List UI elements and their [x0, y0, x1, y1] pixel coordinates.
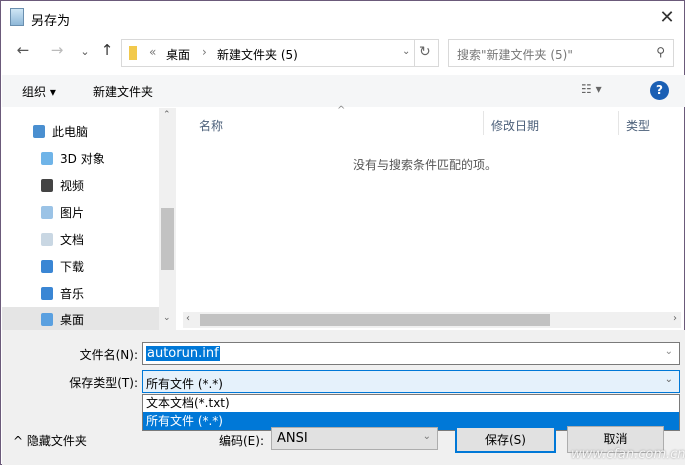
- scroll-up-icon[interactable]: ⌃: [163, 110, 171, 120]
- scroll-left-icon[interactable]: ‹: [186, 313, 190, 324]
- file-type-option-txt[interactable]: 文本文档(*.txt): [143, 395, 679, 412]
- file-type-value: 所有文件 (*.*): [146, 377, 223, 391]
- save-button[interactable]: 保存(S): [455, 426, 556, 453]
- search-input[interactable]: 搜索"新建文件夹 (5)" ⚲: [448, 39, 674, 67]
- folder-icon: [129, 46, 137, 60]
- hide-folders-label: 隐藏文件夹: [26, 434, 87, 448]
- sidebar-item-label: 此电脑: [52, 125, 89, 139]
- dialog-title: 另存为: [31, 14, 71, 29]
- sidebar-item-label: 图片: [60, 206, 85, 220]
- search-placeholder: 搜索"新建文件夹 (5)": [457, 48, 573, 62]
- divider: [414, 40, 415, 66]
- sidebar-scrollbar[interactable]: ⌃ ⌄: [159, 108, 176, 330]
- sidebar-item-label: 桌面: [60, 313, 85, 327]
- scrollbar-thumb[interactable]: [161, 208, 174, 270]
- divider: [483, 111, 484, 135]
- organize-menu[interactable]: 组织 ▾: [22, 83, 56, 100]
- sidebar-item-label: 3D 对象: [60, 152, 105, 166]
- scroll-down-icon[interactable]: ⌄: [163, 313, 171, 323]
- forward-button[interactable]: →: [47, 41, 67, 59]
- sidebar-item-music[interactable]: 音乐: [2, 281, 159, 307]
- encoding-value: ANSI: [277, 431, 308, 446]
- breadcrumb-folder[interactable]: 新建文件夹 (5): [217, 46, 298, 63]
- watermark: www.cfan.com.cn: [571, 447, 685, 462]
- sidebar-item-label: 文档: [60, 233, 85, 247]
- encoding-label: 编码(E):: [219, 434, 264, 448]
- column-header-name[interactable]: 名称: [199, 117, 223, 134]
- column-header-modified[interactable]: 修改日期: [491, 117, 539, 134]
- help-button[interactable]: ?: [650, 81, 669, 100]
- new-folder-button[interactable]: 新建文件夹: [93, 83, 153, 100]
- sidebar-item-downloads[interactable]: 下载: [2, 254, 159, 280]
- sidebar-item-pictures[interactable]: 图片: [2, 200, 159, 226]
- chevron-down-icon[interactable]: ⌄: [665, 374, 673, 385]
- scroll-right-icon[interactable]: ›: [673, 313, 677, 324]
- toolbar: 组织 ▾ 新建文件夹 ☷ ▾ ?: [2, 75, 685, 107]
- breadcrumb-separator[interactable]: ›: [202, 45, 207, 59]
- file-type-label: 保存类型(T):: [69, 376, 138, 390]
- horizontal-scrollbar[interactable]: ‹ ›: [183, 312, 681, 328]
- sidebar-item-label: 视频: [60, 179, 85, 193]
- up-button[interactable]: ↑: [97, 41, 117, 59]
- file-type-select[interactable]: 所有文件 (*.*) ⌄: [142, 370, 680, 393]
- chevron-down-icon[interactable]: ⌄: [665, 346, 673, 357]
- view-options-icon[interactable]: ☷ ▾: [581, 82, 602, 96]
- hide-folders-toggle[interactable]: ^ 隐藏文件夹: [13, 432, 87, 449]
- sidebar-item-videos[interactable]: 视频: [2, 173, 159, 199]
- chevron-down-icon[interactable]: ⌄: [423, 431, 431, 442]
- close-button[interactable]: ✕: [653, 5, 681, 31]
- sidebar-item-documents[interactable]: 文档: [2, 227, 159, 253]
- column-header-type[interactable]: 类型: [626, 117, 650, 134]
- divider: [618, 111, 619, 135]
- filename-value: autorun.inf: [146, 346, 220, 361]
- sort-indicator-icon: ^: [337, 105, 346, 116]
- recent-locations-button[interactable]: ⌄: [75, 45, 95, 58]
- encoding-select[interactable]: ANSI ⌄: [271, 427, 438, 450]
- navigation-pane: 此电脑 3D 对象 视频 图片 文档 下载 音乐 桌面: [2, 108, 176, 333]
- sidebar-item-label: 下载: [60, 260, 85, 274]
- empty-message: 没有与搜索条件匹配的项。: [353, 158, 498, 172]
- sidebar-item-3d-objects[interactable]: 3D 对象: [2, 146, 159, 172]
- back-button[interactable]: ←: [13, 41, 33, 59]
- notepad-icon: [10, 8, 24, 26]
- breadcrumb-desktop[interactable]: 桌面: [166, 46, 190, 63]
- chevron-up-icon: ^: [13, 434, 24, 448]
- filename-label: 文件名(N):: [79, 348, 138, 362]
- save-as-dialog: 另存为 ✕ ← → ⌄ ↑ « 桌面 › 新建文件夹 (5) ⌄ ↻ 搜索"新建…: [0, 0, 685, 465]
- address-bar[interactable]: « 桌面 › 新建文件夹 (5) ⌄ ↻: [121, 39, 439, 67]
- filename-input[interactable]: autorun.inf ⌄: [142, 342, 680, 365]
- refresh-icon[interactable]: ↻: [419, 44, 431, 60]
- overflow-chevron[interactable]: «: [149, 45, 156, 59]
- sidebar-item-this-pc[interactable]: 此电脑: [2, 119, 159, 145]
- sidebar-item-label: 音乐: [60, 287, 85, 301]
- address-dropdown-icon[interactable]: ⌄: [402, 46, 410, 57]
- scrollbar-thumb[interactable]: [200, 314, 550, 326]
- search-icon: ⚲: [656, 45, 665, 59]
